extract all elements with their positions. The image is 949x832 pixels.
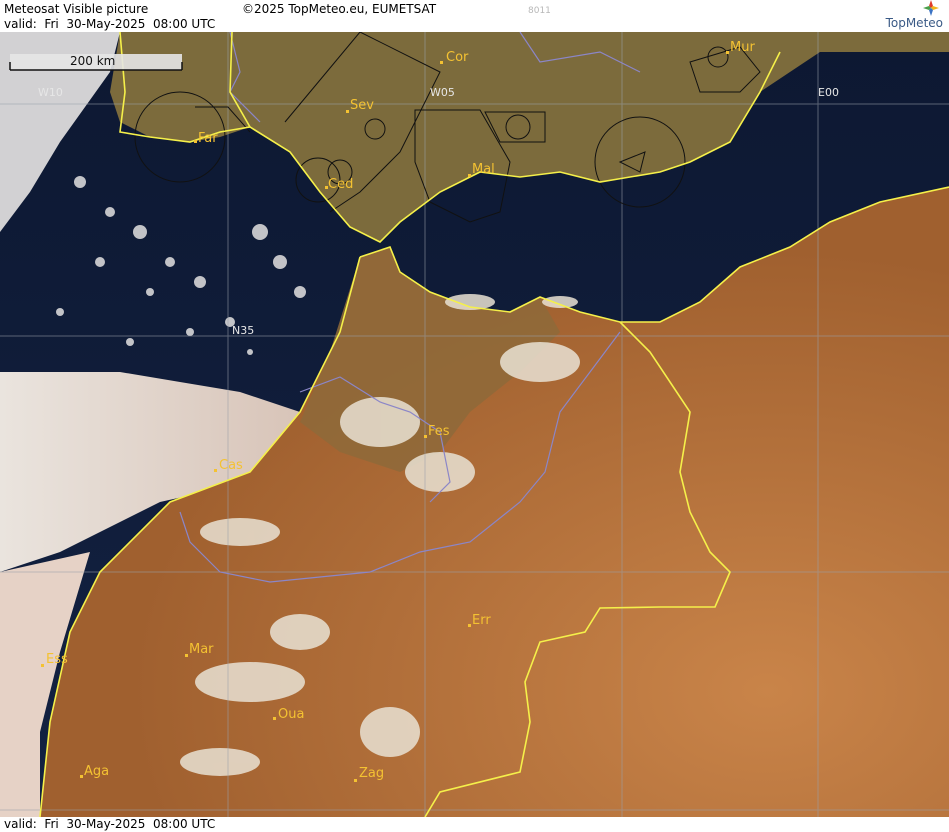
city-dot-aga	[80, 775, 83, 778]
city-label-far[interactable]: Far	[198, 131, 218, 146]
city-dot-mal	[468, 174, 471, 177]
grid-label-w05: W05	[430, 86, 455, 99]
city-label-oua[interactable]: Oua	[278, 707, 304, 722]
city-label-mar[interactable]: Mar	[189, 642, 214, 657]
city-label-ess[interactable]: Ess	[46, 652, 68, 667]
map-title: Meteosat Visible picture	[4, 2, 149, 16]
city-label-err[interactable]: Err	[472, 613, 491, 628]
city-dot-mar	[185, 654, 188, 657]
scale-bar-label: 200 km	[70, 54, 115, 68]
city-label-sev[interactable]: Sev	[350, 98, 374, 113]
valid-time-bottom: valid: Fri 30-May-2025 08:00 UTC	[4, 817, 216, 831]
logo-text: TopMeteo	[885, 16, 943, 30]
grid-label-w10: W10	[38, 86, 63, 99]
city-dot-sev	[346, 110, 349, 113]
city-dot-fes	[424, 435, 427, 438]
city-label-aga[interactable]: Aga	[84, 764, 109, 779]
city-label-fes[interactable]: Fes	[428, 424, 450, 439]
city-label-ced[interactable]: Ced	[328, 177, 353, 192]
city-label-zag[interactable]: Zag	[359, 766, 384, 781]
header-bar: Meteosat Visible picture ©2025 TopMeteo.…	[0, 0, 949, 32]
copyright-text: ©2025 TopMeteo.eu, EUMETSAT	[242, 2, 437, 16]
city-dot-oua	[273, 717, 276, 720]
footer-bar: valid: Fri 30-May-2025 08:00 UTC	[0, 817, 949, 832]
city-label-cor[interactable]: Cor	[446, 50, 469, 65]
city-dot-ess	[41, 664, 44, 667]
scale-bar: 200 km	[9, 54, 183, 71]
city-dot-far	[194, 140, 197, 143]
city-dot-mur	[726, 51, 729, 54]
city-label-cas[interactable]: Cas	[219, 458, 243, 473]
city-dot-cas	[214, 469, 217, 472]
city-label-mal[interactable]: Mal	[472, 162, 495, 177]
city-label-mur[interactable]: Mur	[730, 40, 755, 55]
weather-map-frame: Meteosat Visible picture ©2025 TopMeteo.…	[0, 0, 949, 832]
city-dot-zag	[354, 779, 357, 782]
city-dot-cor	[440, 61, 443, 64]
valid-time-top: valid: Fri 30-May-2025 08:00 UTC	[4, 17, 216, 31]
city-dot-err	[468, 624, 471, 627]
satellite-map[interactable]: 200 km W10 W05 E00 N35 Cor Mur Sev Far C…	[0, 32, 949, 817]
map-svg: 200 km W10 W05 E00 N35 Cor Mur Sev Far C…	[0, 32, 949, 817]
grid-label-n35: N35	[232, 324, 254, 337]
compass-star-icon	[923, 0, 939, 16]
grid-label-e00: E00	[818, 86, 839, 99]
product-code: 8011	[528, 6, 551, 16]
